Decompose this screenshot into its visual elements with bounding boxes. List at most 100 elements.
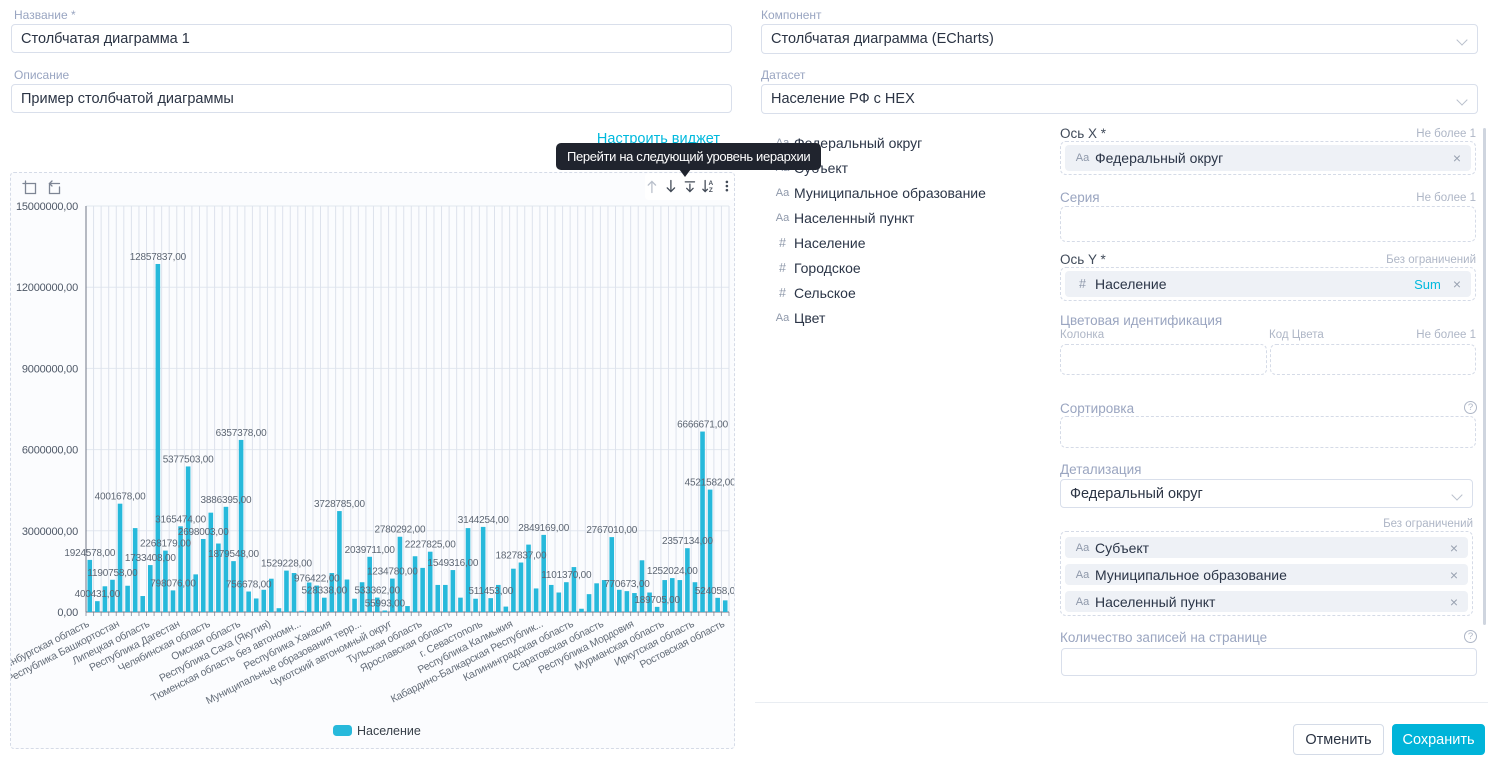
bar[interactable] [488,598,493,612]
bar[interactable] [458,598,463,612]
bar-value-label: 1879548,00 [208,549,259,560]
bar[interactable] [473,599,478,612]
remove-chip-icon[interactable]: × [1450,595,1458,609]
widget-name-input[interactable]: Столбчатая диаграмма 1 [11,24,732,53]
numeric-field-icon: # [775,286,790,300]
bar[interactable] [587,594,592,612]
save-button[interactable]: Сохранить [1392,724,1485,755]
bar[interactable] [352,599,357,612]
bar[interactable] [254,598,259,612]
level-up-icon[interactable] [645,178,659,195]
more-icon[interactable] [720,178,734,195]
bar[interactable] [504,607,509,612]
next-level-icon[interactable] [683,178,697,195]
scrollbar[interactable] [1483,128,1486,625]
bar[interactable] [125,586,130,612]
field-chip[interactable]: #НаселениеSum× [1065,271,1471,297]
y-axis-limit: Без ограничений [1060,254,1476,266]
bar[interactable] [322,598,327,612]
dataset-field-name: Цвет [794,310,825,326]
sort-az-icon[interactable]: AZ [701,178,715,195]
color-column-dropzone[interactable] [1060,344,1267,375]
bar[interactable] [549,585,554,612]
bar[interactable] [284,571,289,612]
bar[interactable] [405,606,410,612]
bar[interactable] [435,585,440,612]
remove-chip-icon[interactable]: × [1450,568,1458,582]
bar-value-label: 528338,00 [302,586,348,597]
box-zoom-icon-stroke [26,184,36,194]
field-chip[interactable]: AaСубъект× [1065,537,1468,558]
field-chip[interactable]: AaНаселенный пункт× [1065,591,1468,612]
bar[interactable] [420,568,425,612]
bar[interactable] [383,610,388,612]
dataset-field-item[interactable]: AaМуниципальное образование [775,180,1045,205]
bar[interactable] [685,548,690,612]
dataset-field-item[interactable]: #Городское [775,255,1045,280]
bar[interactable] [564,582,569,612]
bar[interactable] [655,607,660,612]
remove-chip-icon[interactable]: × [1450,541,1458,555]
bar[interactable] [481,527,486,612]
dataset-field-item[interactable]: AaНаселенный пункт [775,205,1045,230]
bar-value-label: 4521582,00 [685,478,734,489]
level-down-icon[interactable] [664,178,678,195]
bar[interactable] [413,556,418,612]
field-chip[interactable]: AaФедеральный округ× [1065,145,1471,171]
bar[interactable] [299,611,304,612]
dataset-field-item[interactable]: AaЦвет [775,305,1045,330]
bar[interactable] [723,600,728,612]
chevron-down-icon [1458,94,1468,104]
bar[interactable] [466,528,471,612]
bar[interactable] [594,583,599,612]
dataset-field-item[interactable]: #Сельское [775,280,1045,305]
bar[interactable] [519,563,524,612]
bar[interactable] [556,593,561,612]
sorting-dropzone[interactable] [1060,416,1476,448]
series-dropzone[interactable] [1060,206,1476,242]
legend-label[interactable]: Население [357,724,421,738]
bar[interactable] [579,609,584,612]
cancel-button[interactable]: Отменить [1293,724,1384,755]
bar[interactable] [261,590,266,612]
page-size-input[interactable] [1061,648,1477,676]
field-chip[interactable]: AaМуниципальное образование× [1065,564,1468,585]
bar[interactable] [534,588,539,612]
widget-description-input[interactable]: Пример столбчатой диаграммы [11,84,732,113]
bar[interactable] [277,608,282,612]
detail-levels-dropzone[interactable]: AaСубъект× AaМуниципальное образование× Aa… [1060,531,1473,616]
dataset-field-item[interactable]: #Население [775,230,1045,255]
bar[interactable] [140,596,145,612]
remove-chip-icon[interactable]: × [1453,277,1461,291]
dataset-field-name: Городское [794,260,861,276]
bar[interactable] [451,570,456,612]
y-axis-dropzone[interactable]: #НаселениеSum× [1060,267,1476,301]
bar[interactable] [95,601,100,612]
sort-az-letter-a: A [709,180,714,187]
bar[interactable] [715,598,720,612]
bar[interactable] [609,537,614,612]
color-code-dropzone[interactable] [1270,344,1476,375]
bar-value-label: 2849169,00 [518,523,569,534]
page-size-input-wrap [1061,648,1477,676]
bar-value-label: 2767010,00 [586,525,637,536]
sorting-help-icon[interactable]: ? [1464,401,1477,414]
bar[interactable] [171,590,176,612]
detail-select[interactable]: Федеральный округ [1060,479,1473,508]
component-select[interactable]: Столбчатая диаграмма (ECharts) [761,24,1478,54]
bar[interactable] [443,585,448,612]
bar[interactable] [337,511,342,612]
aggregation-badge[interactable]: Sum [1414,277,1441,292]
bar-value-label: 798076,00 [150,578,196,589]
box-zoom-icon[interactable] [22,180,37,197]
bar[interactable] [617,590,622,612]
remove-chip-icon[interactable]: × [1453,151,1461,165]
bar[interactable] [246,592,251,612]
legend-marker[interactable] [333,725,352,736]
zoom-reset-icon[interactable] [46,180,61,197]
page-size-help-icon[interactable]: ? [1464,630,1477,643]
bar[interactable] [625,591,630,612]
x-axis-dropzone[interactable]: AaФедеральный округ× [1060,141,1476,175]
bar[interactable] [201,539,206,612]
dataset-select[interactable]: Население РФ с HEX [761,84,1478,114]
